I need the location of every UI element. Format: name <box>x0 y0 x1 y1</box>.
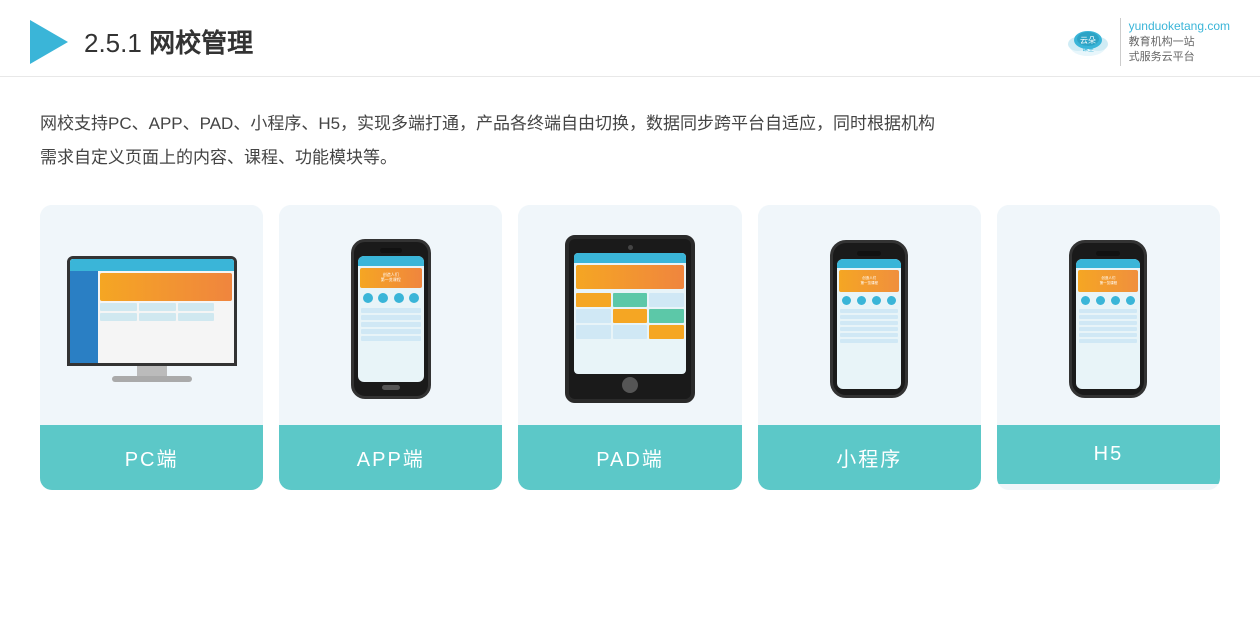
phone-screen: 创造人们第一览课程 <box>358 256 424 382</box>
logo-triangle-icon <box>30 20 68 64</box>
card-miniprogram-label: 小程序 <box>758 425 981 490</box>
h5-screen: 创造人们第一览课程 <box>1076 259 1140 389</box>
brand-text: yunduoketang.com 教育机构一站 式服务云平台 <box>1120 18 1230 66</box>
brand-tagline2: 式服务云平台 <box>1129 50 1230 65</box>
card-app: 创造人们第一览课程 <box>279 205 502 490</box>
card-pc-label: PC端 <box>40 425 263 490</box>
mini-screen: 创造人们第一览课程 <box>837 259 901 389</box>
brand-tagline1: 教育机构一站 <box>1129 35 1230 50</box>
card-pad: PAD端 <box>518 205 741 490</box>
card-app-image: 创造人们第一览课程 <box>279 205 502 425</box>
card-pad-image <box>518 205 741 425</box>
pad-camera <box>628 245 633 250</box>
pad-mockup <box>565 235 695 403</box>
pad-screen <box>574 253 686 374</box>
cards-container: PC端 创造人们第一览课程 <box>0 195 1260 520</box>
card-app-label: APP端 <box>279 425 502 490</box>
card-pc-image <box>40 205 263 425</box>
section-number: 2.5.1 <box>84 28 142 58</box>
description-line2: 需求自定义页面上的内容、课程、功能模块等。 <box>40 141 1220 175</box>
section-name: 网校管理 <box>149 28 253 58</box>
mini-notch <box>857 251 881 256</box>
card-miniprogram: 创造人们第一览课程 <box>758 205 981 490</box>
pad-home-button <box>622 377 638 393</box>
h5-phone-mockup: 创造人们第一览课程 <box>1069 240 1147 398</box>
card-pad-label: PAD端 <box>518 425 741 490</box>
svg-text:课堂: 课堂 <box>1082 45 1094 53</box>
brand-logo: 云朵 课堂 yunduoketang.com 教育机构一站 式服务云平台 <box>1064 18 1230 66</box>
header: 2.5.1 网校管理 云朵 课堂 yunduoketang.com 教育机构一站… <box>0 0 1260 77</box>
brand-site: yunduoketang.com <box>1129 18 1230 35</box>
description: 网校支持PC、APP、PAD、小程序、H5，实现多端打通，产品各终端自由切换，数… <box>0 77 1260 195</box>
card-h5-image: 创造人们第一览课程 <box>997 205 1220 425</box>
h5-notch <box>1096 251 1120 256</box>
description-line1: 网校支持PC、APP、PAD、小程序、H5，实现多端打通，产品各终端自由切换，数… <box>40 107 1220 141</box>
header-left: 2.5.1 网校管理 <box>30 20 253 64</box>
pc-mockup <box>67 256 237 382</box>
card-miniprogram-image: 创造人们第一览课程 <box>758 205 981 425</box>
brand-icon: 云朵 课堂 <box>1064 24 1112 60</box>
phone-notch <box>380 248 402 253</box>
page-title: 2.5.1 网校管理 <box>84 23 253 60</box>
miniprogram-phone-mockup: 创造人们第一览课程 <box>830 240 908 398</box>
card-pc: PC端 <box>40 205 263 490</box>
phone-home-button <box>382 385 400 390</box>
pc-monitor <box>67 256 237 366</box>
card-h5-label: H5 <box>997 425 1220 484</box>
app-phone-mockup: 创造人们第一览课程 <box>351 239 431 399</box>
pc-screen <box>70 259 234 363</box>
card-h5: 创造人们第一览课程 <box>997 205 1220 490</box>
svg-text:云朵: 云朵 <box>1080 36 1096 45</box>
